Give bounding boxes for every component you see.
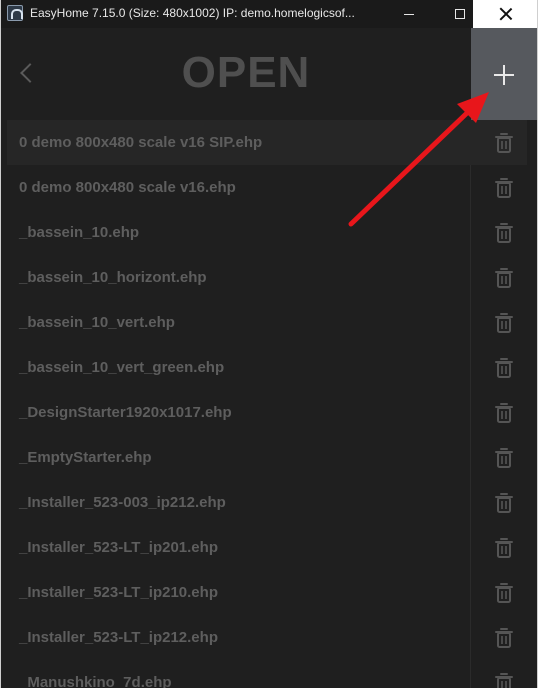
app-window: EasyHome 7.15.0 (Size: 480x1002) IP: dem… (0, 0, 538, 688)
list-item[interactable]: _DesignStarter1920x1017.ehp (1, 390, 537, 435)
list-item[interactable]: _Installer_523-LT_ip212.ehp (1, 615, 537, 660)
page-title: OPEN (181, 48, 311, 97)
trash-icon[interactable] (494, 177, 514, 199)
file-name: _Installer_523-LT_ip201.ehp (19, 539, 218, 556)
minimize-icon (404, 13, 414, 15)
trash-icon[interactable] (494, 132, 514, 154)
app-icon (7, 5, 23, 21)
list-item[interactable]: 0 demo 800x480 scale v16.ehp (1, 165, 537, 210)
page-header: OPEN (1, 28, 537, 120)
add-project-button[interactable] (471, 28, 537, 120)
file-name: _EmptyStarter.ehp (19, 449, 152, 466)
file-name: _DesignStarter1920x1017.ehp (19, 404, 232, 421)
close-icon (499, 7, 513, 21)
window-title: EasyHome 7.15.0 (Size: 480x1002) IP: dem… (30, 6, 355, 20)
file-name: 0 demo 800x480 scale v16 SIP.ehp (19, 134, 263, 151)
trash-icon[interactable] (494, 537, 514, 559)
plus-icon (494, 65, 514, 85)
file-name: _Installer_523-003_ip212.ehp (19, 494, 226, 511)
list-item[interactable]: _Installer_523-003_ip212.ehp (1, 480, 537, 525)
title-bar[interactable]: EasyHome 7.15.0 (Size: 480x1002) IP: dem… (1, 0, 537, 28)
file-name: _bassein_10_vert_green.ehp (19, 359, 225, 376)
trash-icon[interactable] (494, 402, 514, 424)
trash-icon[interactable] (494, 672, 514, 688)
trash-icon[interactable] (494, 627, 514, 649)
list-item[interactable]: _EmptyStarter.ehp (1, 435, 537, 480)
trash-icon[interactable] (494, 357, 514, 379)
list-item[interactable]: _Installer_523-LT_ip210.ehp (1, 570, 537, 615)
file-list: 0 demo 800x480 scale v16 SIP.ehp 0 demo … (1, 120, 537, 688)
file-name: _bassein_10_horizont.ehp (19, 269, 207, 286)
trash-icon[interactable] (494, 492, 514, 514)
trash-icon[interactable] (494, 582, 514, 604)
minimize-button[interactable] (388, 0, 430, 28)
list-item[interactable]: _bassein_10.ehp (1, 210, 537, 255)
back-button[interactable] (15, 58, 39, 90)
trash-icon[interactable] (494, 267, 514, 289)
maximize-icon (455, 9, 465, 19)
file-name: _Installer_523-LT_ip212.ehp (19, 629, 218, 646)
list-item[interactable]: _bassein_10_vert.ehp (1, 300, 537, 345)
file-name: _bassein_10_vert.ehp (19, 314, 175, 331)
list-item[interactable]: _Manushkino_7d.ehp (1, 660, 537, 688)
file-name: _Manushkino_7d.ehp (19, 674, 172, 688)
list-item[interactable]: _Installer_523-LT_ip201.ehp (1, 525, 537, 570)
list-item[interactable]: _bassein_10_vert_green.ehp (1, 345, 537, 390)
file-name: 0 demo 800x480 scale v16.ehp (19, 179, 236, 196)
list-item[interactable]: _bassein_10_horizont.ehp (1, 255, 537, 300)
trash-icon[interactable] (494, 222, 514, 244)
file-name: _bassein_10.ehp (19, 224, 140, 241)
trash-icon[interactable] (494, 312, 514, 334)
file-name: _Installer_523-LT_ip210.ehp (19, 584, 218, 601)
list-item[interactable]: 0 demo 800x480 scale v16 SIP.ehp (1, 120, 537, 165)
close-button[interactable] (473, 0, 537, 28)
trash-icon[interactable] (494, 447, 514, 469)
